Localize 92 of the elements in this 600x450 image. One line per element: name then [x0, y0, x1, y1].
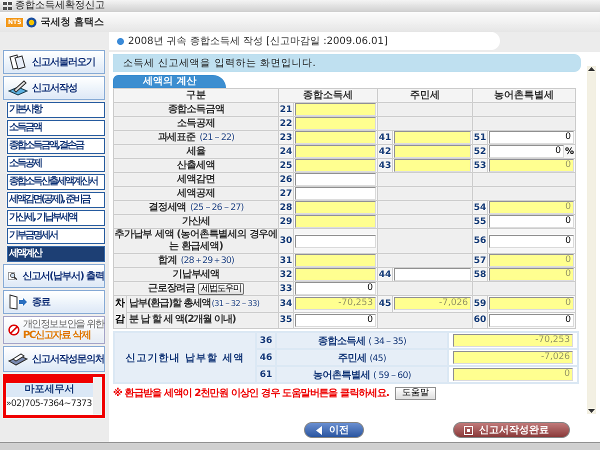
scrollbar[interactable] — [93, 377, 102, 415]
sidebar-button[interactable]: 신고서작성 — [3, 76, 105, 100]
sidebar-button[interactable]: 신고서작성문의처 — [3, 346, 105, 372]
amount-field[interactable] — [394, 159, 471, 172]
window-title: 종합소득세확정신고 — [15, 0, 105, 12]
line-number: 36 — [257, 333, 275, 348]
sidebar-menu-item[interactable]: 가산세, 기납부세액 — [7, 210, 105, 226]
summary-item-label: 농어촌특별세 ( 59－60) — [277, 367, 447, 382]
scroll-down-icon[interactable] — [587, 408, 596, 414]
sidebar-menu-item[interactable]: 기부금명세서 — [7, 228, 105, 244]
row-label: 세액공제 — [114, 186, 278, 200]
complete-button[interactable]: 신고서작성완료 — [453, 422, 570, 438]
scrollbar[interactable] — [587, 66, 596, 414]
amount-field[interactable]: 0 — [489, 131, 574, 144]
pen-paper-icon — [8, 80, 28, 96]
banner-text: 소득세 신고세액을 입력하는 화면입니다. — [123, 58, 316, 69]
row-label: 세율 — [114, 144, 278, 158]
phone-number: »02)705-7364~7373 — [6, 398, 93, 411]
amount-field[interactable]: 0 — [489, 314, 574, 327]
prohibited-icon — [8, 322, 20, 338]
amount-field[interactable] — [295, 268, 376, 281]
column-header: 종합소득세 — [278, 88, 378, 102]
amount-field[interactable] — [295, 234, 376, 248]
summary-item-label: 주민세 (45) — [277, 350, 447, 365]
row-label: 가산세 — [114, 214, 278, 228]
summary-label: 신고기한내 납부할 세액 — [115, 333, 255, 382]
row-label: 분 납 할 세 액(2개월 이내) — [126, 312, 278, 328]
row-label: 과세표준 (21－22) — [114, 130, 278, 144]
row-label-text: 근로장려금 — [148, 282, 195, 294]
sidebar-menu-item[interactable]: 종합소득산출세액계산서 — [7, 174, 105, 190]
sidebar-menu-item[interactable]: 세액계산 — [7, 246, 105, 262]
amount-field[interactable] — [295, 201, 376, 214]
window-icon — [3, 2, 12, 10]
amount-field[interactable] — [295, 187, 376, 200]
amount-field[interactable] — [295, 103, 376, 116]
line-number: 30 — [278, 228, 294, 254]
amount-field[interactable] — [295, 159, 376, 172]
tax-helper-button[interactable]: 세법도우미 — [198, 282, 244, 294]
amount-field[interactable]: 0 — [295, 282, 376, 295]
row-label: 세액감면 — [114, 172, 278, 186]
row-label: 종합소득금액 — [114, 102, 278, 116]
square-icon — [464, 426, 473, 434]
refund-notice: ※ 환급받을 세액이 2천만원 이상인 경우 도움말버튼을 클릭하세요. — [113, 386, 390, 400]
amount-field[interactable] — [295, 173, 376, 186]
amount-field[interactable]: 0 — [295, 314, 376, 327]
amount-field[interactable] — [295, 131, 376, 144]
subheader-text: 2008년 귀속 종합소득세 작성 [신고마감일 :2009.06.01] — [128, 35, 388, 48]
left-arrow-icon — [315, 426, 323, 434]
amount-field[interactable]: 0 — [489, 234, 574, 248]
sidebar-button[interactable]: 종료 — [3, 290, 105, 314]
bullet-icon — [117, 38, 124, 44]
column-header: 농어촌특별세 — [472, 88, 576, 102]
amount-field[interactable] — [295, 145, 376, 158]
sidebar-button[interactable]: 신고서불러오기 — [3, 50, 105, 74]
percent-sign: % — [564, 146, 574, 156]
sidebar-menu-item[interactable]: 기본사항 — [7, 102, 105, 118]
sidebar-menu-item[interactable]: 종합소득금액,결손금 — [7, 138, 105, 154]
amount-field[interactable] — [295, 215, 376, 228]
amount-field[interactable] — [394, 145, 471, 158]
previous-button[interactable]: 이전 — [304, 422, 364, 438]
door-arrow-icon — [8, 294, 28, 310]
tax-office-name: 마포세무서 — [6, 383, 93, 397]
row-label: 납부(환급)할 총세액(31－32－33) — [126, 296, 278, 312]
line-number: 46 — [257, 350, 275, 365]
sidebar-menu-item[interactable]: 소득공제 — [7, 156, 105, 172]
amount-field[interactable] — [394, 268, 471, 281]
amount-field[interactable] — [295, 254, 376, 267]
sidebar-button[interactable]: 신고서(납부서) 출력 — [3, 264, 105, 288]
row-label: 합계 (28＋29＋30) — [114, 254, 278, 268]
sidebar-menu-item[interactable]: 세액감면(공제), 준비금 — [7, 192, 105, 208]
amount-field[interactable] — [295, 117, 376, 130]
line-number: 61 — [257, 367, 275, 382]
summary-item-label: 종합소득세 ( 34－35) — [277, 333, 447, 348]
amount-field[interactable] — [394, 131, 471, 144]
help-button[interactable]: 도움말 — [395, 386, 436, 400]
line-number: 56 — [472, 228, 488, 254]
row-label: 소득공제 — [114, 116, 278, 130]
delete-data-button[interactable]: 개인정보보안을 위한 PC신고자료 삭제 — [3, 316, 105, 344]
documents-icon — [8, 54, 28, 70]
column-header: 구분 — [114, 88, 278, 102]
scroll-up-icon[interactable] — [587, 66, 596, 72]
row-label: 기납부세액 — [114, 268, 278, 282]
group-label: 차감 — [114, 296, 126, 328]
sidebar-menu-item[interactable]: 소득금액 — [7, 120, 105, 136]
row-label: 결정세액 (25－26－27) — [114, 200, 278, 214]
row-label: 추가납부 세액 (농어촌특별세의 경우에는 환급세액) — [114, 228, 278, 254]
column-header: 주민세 — [378, 88, 472, 102]
site-title: 국세청 홈택스 — [40, 16, 104, 29]
amount-field[interactable]: 0 — [489, 215, 574, 228]
amount-field[interactable]: 0 — [489, 145, 564, 158]
book-icon — [8, 351, 28, 367]
row-label: 산출세액 — [114, 158, 278, 172]
